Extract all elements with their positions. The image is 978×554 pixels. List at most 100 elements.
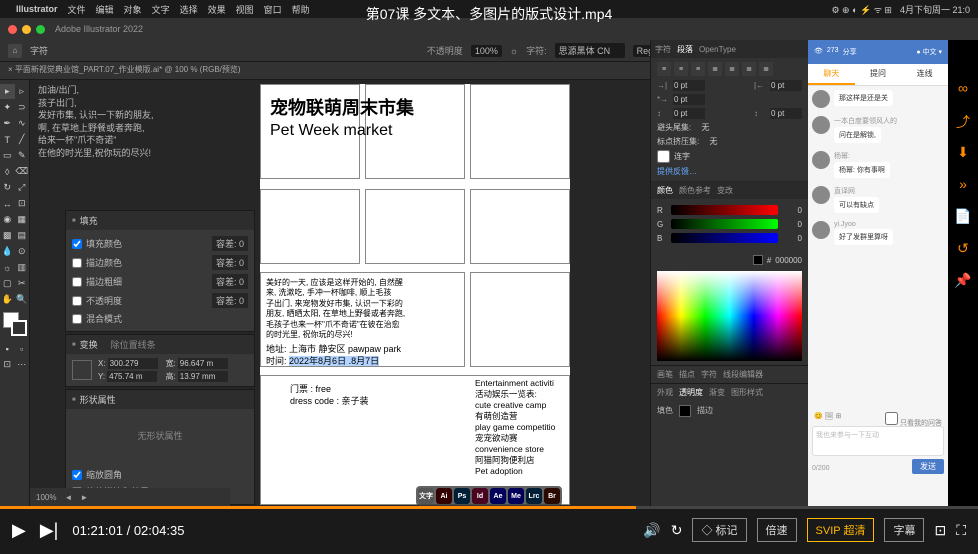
next-button[interactable]: ▶| xyxy=(40,520,59,541)
chat-input-box[interactable]: 我也来参与一下互动 xyxy=(812,426,944,456)
scale-tool[interactable]: ⤢ xyxy=(15,180,30,195)
fill-label[interactable]: 填色 xyxy=(657,405,673,417)
shaper-tool[interactable]: ◊ xyxy=(0,164,15,179)
fullscreen-icon[interactable]: ⛶ xyxy=(956,522,966,539)
opacity-check[interactable] xyxy=(72,296,82,306)
stroke-label[interactable]: 描边 xyxy=(697,405,713,417)
perspective-tool[interactable]: ▦ xyxy=(15,212,30,227)
menu-file[interactable]: 文件 xyxy=(68,3,86,16)
artboard-tool[interactable]: ▢ xyxy=(0,276,15,291)
dock-lrc[interactable]: Lrc xyxy=(526,488,542,504)
volume-icon[interactable]: 🔊 xyxy=(643,522,660,539)
justify-all[interactable]: ≣ xyxy=(759,62,773,76)
edit-toolbar[interactable]: ⋯ xyxy=(15,357,30,372)
tab-para[interactable]: 段落 xyxy=(677,44,693,55)
blend-tool[interactable]: ⊙ xyxy=(15,244,30,259)
b-slider[interactable] xyxy=(671,233,778,243)
color-swatch[interactable] xyxy=(753,255,763,265)
h-input[interactable] xyxy=(178,371,228,382)
space-after[interactable] xyxy=(770,108,802,119)
char-panel-label[interactable]: 字符 xyxy=(30,44,48,57)
pip-icon[interactable]: ⊡ xyxy=(934,522,946,539)
quality-button[interactable]: SVIP 超清 xyxy=(807,518,875,542)
share-btn[interactable]: 分享 xyxy=(843,47,857,57)
gradient-mode[interactable]: ▫ xyxy=(15,341,30,356)
fx-icon[interactable]: ☼ xyxy=(510,46,518,56)
share-icon[interactable]: ⤴ xyxy=(953,112,973,132)
hand-tool[interactable]: ✋ xyxy=(0,292,15,307)
menu-effect[interactable]: 效果 xyxy=(208,3,226,16)
dock-ai[interactable]: Ai xyxy=(436,488,452,504)
speed-button[interactable]: 倍速 xyxy=(757,518,797,542)
magic-wand-tool[interactable]: ✦ xyxy=(0,100,15,115)
first-line[interactable] xyxy=(673,94,705,105)
menu-type[interactable]: 文字 xyxy=(152,3,170,16)
scale-corners-check[interactable] xyxy=(72,470,82,480)
doc-icon[interactable]: 📄 xyxy=(953,208,973,228)
tab-gradient[interactable]: 渐变 xyxy=(709,387,725,398)
font-family[interactable]: 思源黑体 CN xyxy=(555,43,625,58)
tab-qa[interactable]: 提问 xyxy=(855,64,902,85)
slice-tool[interactable]: ✂ xyxy=(15,276,30,291)
dock-ps[interactable]: Ps xyxy=(454,488,470,504)
tab-opentype[interactable]: OpenType xyxy=(699,45,736,54)
curvature-tool[interactable]: ∿ xyxy=(15,116,30,131)
direct-select-tool[interactable]: ▹ xyxy=(15,84,30,99)
screen-mode[interactable]: ⊡ xyxy=(0,357,15,372)
color-spectrum[interactable] xyxy=(657,271,802,361)
indent-left[interactable] xyxy=(673,80,705,91)
tab-color-guide[interactable]: 颜色参考 xyxy=(679,185,711,196)
menu-edit[interactable]: 编辑 xyxy=(96,3,114,16)
justify-l[interactable]: ≣ xyxy=(708,62,722,76)
history-icon[interactable]: ↺ xyxy=(953,240,973,260)
mesh-tool[interactable]: ▩ xyxy=(0,228,15,243)
align-c[interactable]: ≡ xyxy=(674,62,688,76)
dock-me[interactable]: Me xyxy=(508,488,524,504)
progress-bar[interactable] xyxy=(0,506,978,509)
stroke-weight-check[interactable] xyxy=(72,277,82,287)
nav-next[interactable]: ► xyxy=(80,493,88,502)
app-name[interactable]: Illustrator xyxy=(16,4,58,14)
indent-right[interactable] xyxy=(770,80,802,91)
hyphen-check[interactable] xyxy=(657,150,670,163)
fill-panel-header[interactable]: 填充 xyxy=(66,211,254,230)
w-input[interactable] xyxy=(178,358,228,369)
home-icon[interactable]: ⌂ xyxy=(8,44,22,58)
hex-value[interactable]: 000000 xyxy=(775,256,802,265)
menu-object[interactable]: 对象 xyxy=(124,3,142,16)
g-slider[interactable] xyxy=(671,219,778,229)
rotate-tool[interactable]: ↻ xyxy=(0,180,15,195)
collapse-icon[interactable]: » xyxy=(953,176,973,196)
shape-header[interactable]: 形状属性 xyxy=(66,390,254,409)
tab-connect[interactable]: 连线 xyxy=(901,64,948,85)
eraser-tool[interactable]: ⌫ xyxy=(15,164,30,179)
gradient-tool[interactable]: ▤ xyxy=(15,228,30,243)
stroke-color-check[interactable] xyxy=(72,258,82,268)
dock-app[interactable]: 文字 xyxy=(418,488,434,504)
eyedropper-tool[interactable]: 💧 xyxy=(0,244,15,259)
align-r[interactable]: ≡ xyxy=(691,62,705,76)
free-transform-tool[interactable]: ⊡ xyxy=(15,196,30,211)
justify-r[interactable]: ≣ xyxy=(742,62,756,76)
graph-tool[interactable]: ▥ xyxy=(15,260,30,275)
refresh-icon[interactable]: ↻ xyxy=(671,522,683,539)
lang-toggle[interactable]: ● 中文 ▾ xyxy=(916,47,942,57)
r-slider[interactable] xyxy=(671,205,778,215)
shape-builder-tool[interactable]: ◉ xyxy=(0,212,15,227)
tab-transparency[interactable]: 透明度 xyxy=(679,387,703,398)
my-qa-check[interactable] xyxy=(885,412,898,425)
macos-dock[interactable]: 文字 Ai Ps Id Ae Me Lrc Br xyxy=(416,486,562,506)
download-icon[interactable]: ⬇ xyxy=(953,144,973,164)
zoom-tool[interactable]: 🔍 xyxy=(15,292,30,307)
width-tool[interactable]: ↔ xyxy=(0,196,15,211)
tab-segment[interactable]: 线段编辑器 xyxy=(723,369,763,380)
justify-c[interactable]: ≣ xyxy=(725,62,739,76)
reference-point[interactable] xyxy=(72,360,92,380)
play-button[interactable]: ▶ xyxy=(12,520,26,541)
chat-messages[interactable]: 那这样是还是关 一本白度要领风人的问在是解锁, 杨幂:杨幂: 你有事啊 直译网可… xyxy=(808,86,948,386)
zoom-value[interactable]: 100% xyxy=(36,493,56,502)
brush-tool[interactable]: ✎ xyxy=(15,148,30,163)
transform-header[interactable]: 变换 除位置线条 xyxy=(66,335,254,354)
pen-tool[interactable]: ✒ xyxy=(0,116,15,131)
selection-tool[interactable]: ▸ xyxy=(0,84,15,99)
